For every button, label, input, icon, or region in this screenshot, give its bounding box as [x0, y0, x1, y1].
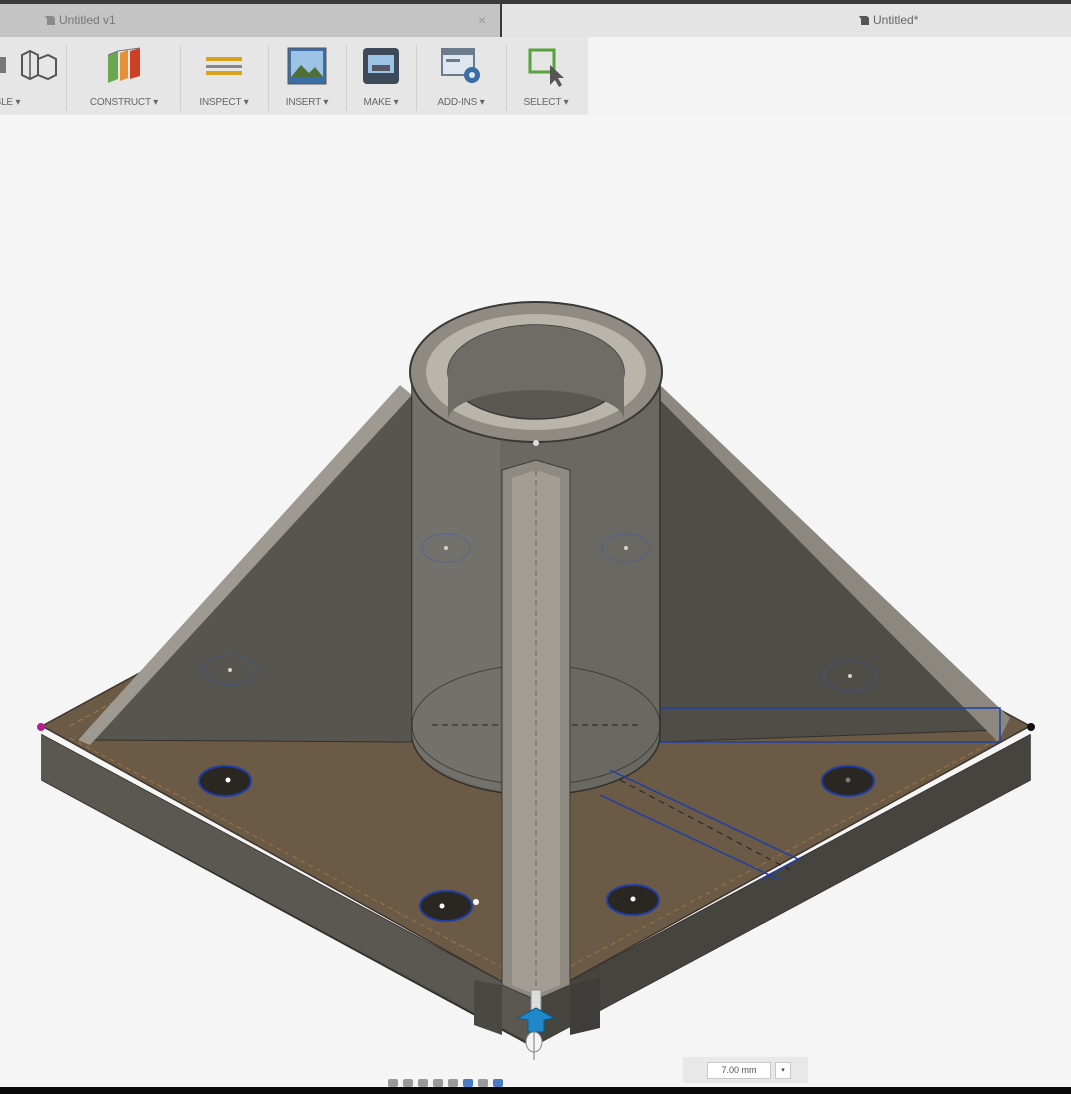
- toolbar-divider: [346, 45, 347, 111]
- insert-group[interactable]: INSERT ▾: [270, 37, 344, 115]
- add-ins-group[interactable]: ADD-INS ▾: [418, 37, 504, 115]
- add-ins-label: ADD-INS ▾: [437, 97, 485, 108]
- look-icon[interactable]: [418, 1079, 428, 1087]
- select-label: SELECT ▾: [523, 97, 569, 108]
- zoom-icon[interactable]: [433, 1079, 443, 1087]
- construct-group[interactable]: CONSTRUCT ▾: [70, 37, 178, 115]
- select-group[interactable]: SELECT ▾: [508, 37, 584, 115]
- assemble-icon: [0, 49, 57, 81]
- inspect-icon: [206, 57, 242, 75]
- inspect-group[interactable]: INSPECT ▾: [182, 37, 266, 115]
- tab-label: Untitled*: [873, 13, 919, 27]
- make-group[interactable]: MAKE ▾: [348, 37, 414, 115]
- make-label: MAKE ▾: [363, 97, 399, 108]
- toolbar-divider: [506, 45, 507, 111]
- inspect-label: INSPECT ▾: [199, 97, 249, 108]
- model-view: [37, 301, 1035, 1060]
- toolbar-divider: [180, 45, 181, 111]
- orbit-icon[interactable]: [388, 1079, 398, 1087]
- toolbar-divider: [268, 45, 269, 111]
- add-ins-icon: [441, 48, 480, 83]
- display-mode-icon[interactable]: [463, 1079, 473, 1087]
- toolbar-divider: [416, 45, 417, 111]
- window-bottom-edge: [0, 1087, 1071, 1094]
- pan-icon[interactable]: [403, 1079, 413, 1087]
- design-canvas[interactable]: [0, 115, 1071, 1087]
- dimension-input-panel: 7.00 mm ▾: [683, 1057, 808, 1083]
- fusion-window: Untitled v1 × Untitled* EMBLE ▾: [0, 0, 1071, 1087]
- insert-label: INSERT ▾: [285, 97, 329, 108]
- tab-label: Untitled v1: [59, 13, 116, 27]
- construct-label: CONSTRUCT ▾: [89, 97, 159, 108]
- document-icon: [859, 16, 869, 25]
- construct-icon: [107, 47, 141, 83]
- toolbar-ribbon: EMBLE ▾ CONSTRUCT ▾ INSPECT ▾: [0, 37, 588, 116]
- document-tab-bar: Untitled v1 × Untitled*: [0, 0, 1071, 37]
- toolbar-divider: [66, 45, 67, 111]
- navigation-toolbar[interactable]: [388, 1074, 688, 1087]
- tab-untitled-v1[interactable]: Untitled v1 ×: [0, 4, 500, 37]
- grid-icon[interactable]: [478, 1079, 488, 1087]
- select-icon: [528, 48, 564, 87]
- assemble-label: EMBLE ▾: [0, 97, 21, 108]
- fit-icon[interactable]: [448, 1079, 458, 1087]
- assemble-group[interactable]: EMBLE ▾: [0, 37, 64, 115]
- document-icon: [45, 16, 55, 25]
- make-icon: [363, 48, 399, 84]
- tab-untitled[interactable]: Untitled*: [502, 4, 1071, 37]
- close-icon[interactable]: ×: [478, 12, 486, 28]
- viewports-icon[interactable]: [493, 1079, 503, 1087]
- insert-icon: [287, 47, 327, 85]
- chevron-down-icon[interactable]: ▾: [775, 1062, 791, 1079]
- distance-input[interactable]: 7.00 mm: [707, 1062, 771, 1079]
